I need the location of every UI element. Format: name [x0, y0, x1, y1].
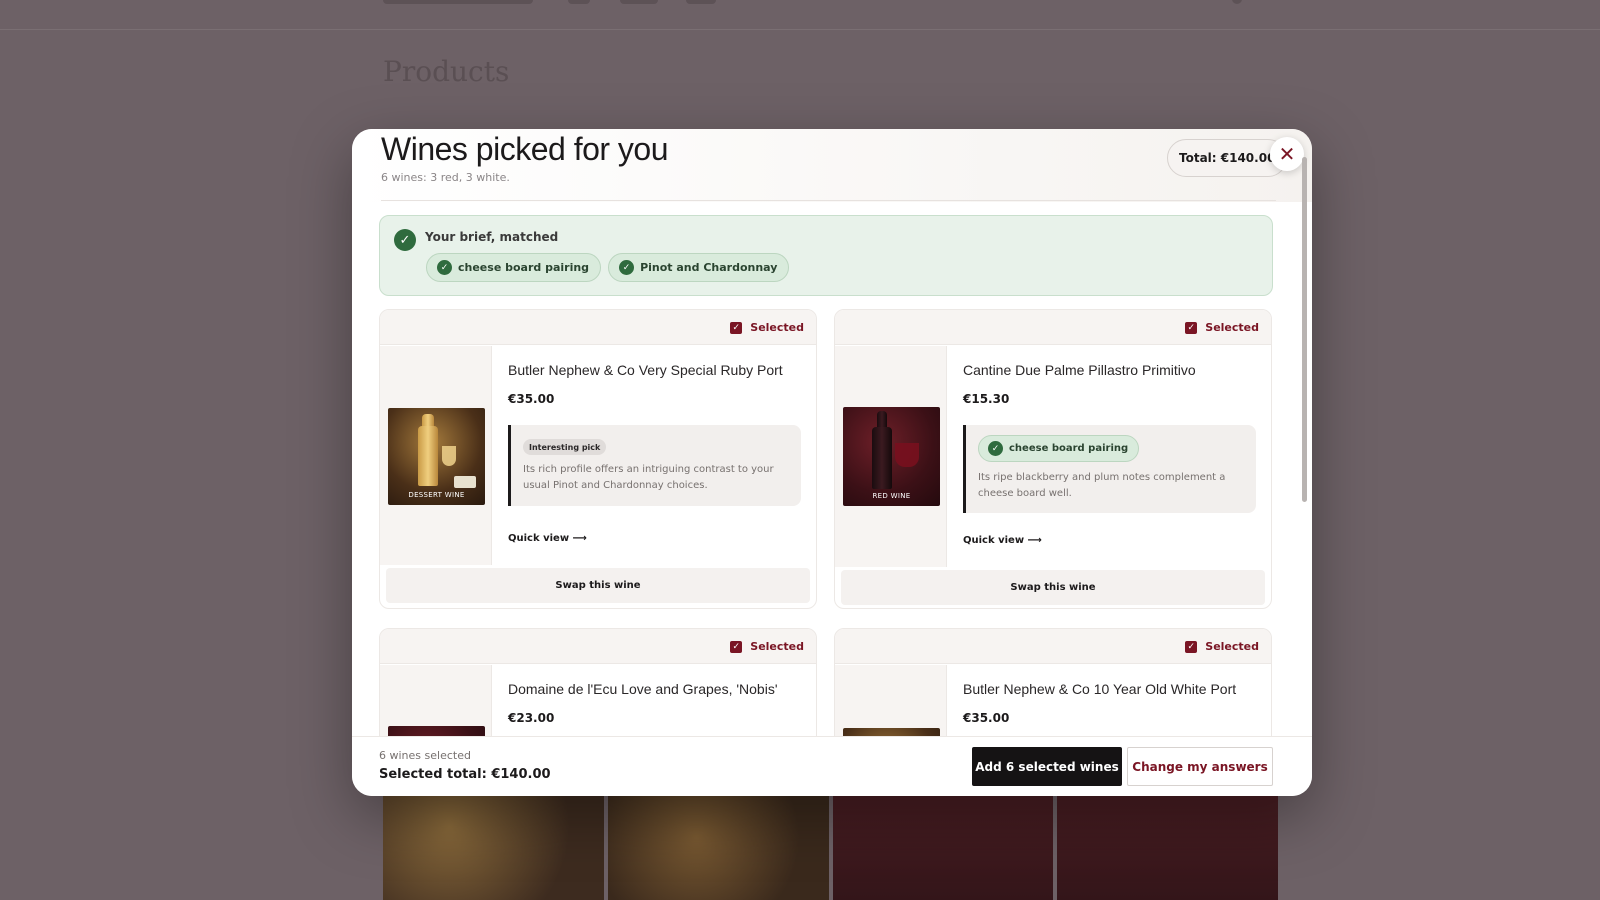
modal-subtitle: 6 wines: 3 red, 3 white.	[381, 171, 510, 184]
brief-chip-label: cheese board pairing	[458, 261, 590, 274]
checkbox-checked-icon: ✓	[1185, 640, 1198, 653]
check-icon: ✓	[988, 441, 1003, 456]
divider	[381, 200, 1276, 201]
checkbox-checked-icon: ✓	[1185, 321, 1198, 334]
card-header: ✓ Selected	[835, 310, 1271, 345]
add-selected-wines-button[interactable]: Add 6 selected wines	[972, 747, 1122, 786]
wine-price: €23.00	[508, 711, 555, 725]
card-header: ✓ Selected	[380, 310, 816, 345]
wine-picks-modal: Wines picked for you 6 wines: 3 red, 3 w…	[352, 129, 1312, 796]
glass-shape	[442, 446, 456, 466]
wine-card: ✓ Selected Butler Nephew & Co 10 Year Ol…	[834, 628, 1272, 736]
total-badge: Total: €140.00	[1167, 139, 1288, 177]
swap-wine-button[interactable]: Swap this wine	[841, 570, 1265, 605]
nav-item-placeholder	[686, 0, 716, 4]
nav-item-placeholder	[568, 0, 590, 4]
selected-label: Selected	[750, 321, 804, 334]
wine-name[interactable]: Cantine Due Palme Pillastro Primitivo	[963, 362, 1196, 378]
glass-shape	[895, 443, 919, 467]
wine-card: ✓ Selected DESSERT WINE Butler Nephew & …	[379, 309, 817, 609]
cart-icon	[1232, 0, 1242, 4]
modal-header: Wines picked for you 6 wines: 3 red, 3 w…	[352, 129, 1312, 202]
selected-toggle[interactable]: ✓ Selected	[1185, 321, 1259, 334]
wine-price: €35.00	[508, 392, 555, 406]
wine-image-column	[835, 665, 947, 736]
checkbox-checked-icon: ✓	[730, 321, 743, 334]
pick-tag-chip: ✓ cheese board pairing	[978, 435, 1140, 462]
selected-total: Selected total: €140.00	[379, 767, 551, 782]
wine-image[interactable]	[388, 726, 485, 736]
selected-toggle[interactable]: ✓ Selected	[1185, 640, 1259, 653]
wine-image-column: RED WINE	[835, 346, 947, 567]
pick-reason-text: Its rich profile offers an intriguing co…	[523, 464, 774, 491]
bottle-shape	[418, 426, 438, 486]
wine-image-caption: RED WINE	[872, 492, 911, 500]
brief-chip: ✓ cheese board pairing	[426, 253, 602, 282]
pick-reason: ✓ cheese board pairing Its ripe blackber…	[963, 425, 1256, 513]
wine-card: ✓ Selected Domaine de l'Ecu Love and Gra…	[379, 628, 817, 736]
wine-price: €15.30	[963, 392, 1010, 406]
swap-wine-button[interactable]: Swap this wine	[386, 568, 810, 603]
pick-reason-text: Its ripe blackberry and plum notes compl…	[978, 472, 1226, 499]
selected-toggle[interactable]: ✓ Selected	[730, 321, 804, 334]
pick-tag-label: cheese board pairing	[1009, 443, 1129, 454]
cheese-shape	[454, 476, 476, 488]
selected-label: Selected	[1205, 321, 1259, 334]
product-image	[832, 795, 1054, 900]
quick-view-link[interactable]: Quick view ⟶	[508, 533, 587, 544]
top-navigation-bar	[0, 0, 1600, 30]
brief-chip-label: Pinot and Chardonnay	[640, 261, 778, 274]
product-image-strip	[383, 795, 1278, 900]
modal-title: Wines picked for you	[381, 131, 669, 167]
card-header: ✓ Selected	[380, 629, 816, 664]
wine-card: ✓ Selected RED WINE Cantine Due Palme Pi…	[834, 309, 1272, 609]
nav-logo-placeholder	[383, 0, 533, 4]
wine-image[interactable]: RED WINE	[843, 407, 940, 506]
nav-item-placeholder	[620, 0, 658, 4]
card-header: ✓ Selected	[835, 629, 1271, 664]
selected-toggle[interactable]: ✓ Selected	[730, 640, 804, 653]
wine-name[interactable]: Butler Nephew & Co Very Special Ruby Por…	[508, 362, 783, 378]
scrollbar-thumb[interactable]	[1302, 157, 1307, 502]
quick-view-link[interactable]: Quick view ⟶	[963, 535, 1042, 546]
bottle-shape	[872, 427, 892, 489]
pick-tag: Interesting pick	[523, 439, 607, 455]
checkbox-checked-icon: ✓	[730, 640, 743, 653]
wine-price: €35.00	[963, 711, 1010, 725]
check-icon: ✓	[437, 260, 452, 275]
brief-chip: ✓ Pinot and Chardonnay	[608, 253, 790, 282]
selected-label: Selected	[750, 640, 804, 653]
close-icon[interactable]: ✕	[1270, 137, 1304, 171]
wine-image-column: DESSERT WINE	[380, 346, 492, 565]
selected-count: 6 wines selected	[379, 749, 471, 762]
brief-match-panel: ✓ Your brief, matched ✓ cheese board pai…	[379, 215, 1273, 296]
selected-label: Selected	[1205, 640, 1259, 653]
modal-scroll-area[interactable]: Wines picked for you 6 wines: 3 red, 3 w…	[352, 129, 1312, 736]
check-circle-icon: ✓	[394, 229, 416, 251]
modal-footer: 6 wines selected Selected total: €140.00…	[352, 736, 1312, 796]
wine-name[interactable]: Butler Nephew & Co 10 Year Old White Por…	[963, 681, 1236, 697]
wine-image-column	[380, 665, 492, 736]
brief-title: Your brief, matched	[425, 230, 559, 244]
wine-image-caption: DESSERT WINE	[408, 491, 465, 499]
wine-name[interactable]: Domaine de l'Ecu Love and Grapes, 'Nobis…	[508, 681, 778, 697]
pick-reason: Interesting pick Its rich profile offers…	[508, 425, 801, 506]
wine-image[interactable]: DESSERT WINE	[388, 408, 485, 505]
wine-image[interactable]	[843, 728, 940, 736]
product-image	[607, 795, 829, 900]
change-answers-button[interactable]: Change my answers	[1127, 747, 1273, 786]
product-image	[383, 795, 604, 900]
check-icon: ✓	[619, 260, 635, 275]
page-title: Products	[383, 55, 510, 88]
product-image	[1057, 795, 1278, 900]
brief-chips: ✓ cheese board pairing ✓ Pinot and Chard…	[426, 253, 790, 282]
